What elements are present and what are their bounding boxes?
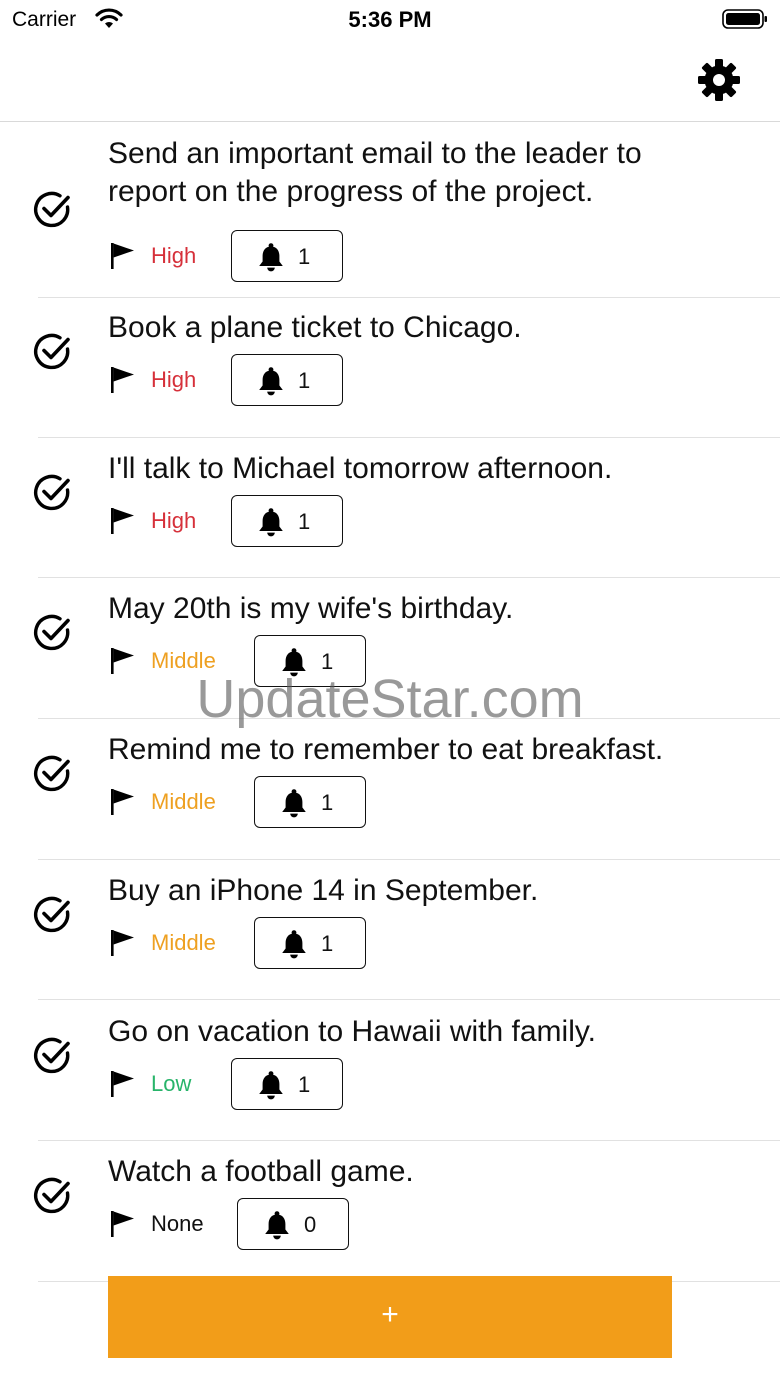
complete-check-icon[interactable]: [31, 1034, 73, 1076]
complete-check-icon[interactable]: [31, 188, 73, 230]
bell-icon: [279, 647, 309, 677]
reminder-count: 1: [298, 368, 311, 393]
flag-icon: [110, 366, 136, 394]
reminder-button[interactable]: 1: [254, 635, 366, 688]
priority-label: Middle: [151, 789, 216, 815]
task-title: Buy an iPhone 14 in September.: [108, 873, 539, 907]
flag-icon: [110, 507, 136, 535]
reminder-button[interactable]: 1: [231, 354, 343, 406]
reminder-count: 1: [321, 790, 334, 816]
flag-icon: [110, 929, 136, 957]
gear-icon[interactable]: [696, 57, 742, 103]
task-row[interactable]: Buy an iPhone 14 in September. Middle 1: [0, 860, 780, 1001]
priority-label: High: [151, 243, 197, 268]
task-row[interactable]: Book a plane ticket to Chicago. High 1: [0, 297, 780, 438]
reminder-button[interactable]: 0: [237, 1198, 349, 1251]
task-row[interactable]: Go on vacation to Hawaii with family. Low…: [0, 1001, 780, 1142]
task-row[interactable]: Send an important email to the leader to…: [0, 122, 780, 298]
bell-icon: [256, 242, 286, 272]
add-button-label: +: [381, 1298, 399, 1331]
reminder-button[interactable]: 1: [231, 494, 343, 547]
status-bar: Carrier 5:36 PM: [0, 0, 780, 44]
priority-label: Middle: [151, 929, 216, 955]
priority-label: None: [151, 1211, 204, 1237]
complete-check-icon[interactable]: [31, 752, 73, 794]
clock: 5:36 PM: [348, 7, 432, 32]
bell-icon: [279, 788, 309, 818]
priority-label: High: [151, 367, 197, 392]
task-title: May 20th is my wife's birthday.: [108, 592, 514, 626]
reminder-count: 1: [321, 930, 334, 956]
task-row[interactable]: I'll talk to Michael tomorrow afternoon.…: [0, 438, 780, 579]
task-title: Send an important email to the leader to…: [108, 137, 642, 208]
task-title: Go on vacation to Hawaii with family.: [108, 1014, 596, 1048]
complete-check-icon[interactable]: [31, 611, 73, 653]
priority-label: Middle: [151, 648, 216, 674]
reminder-count: 1: [321, 649, 334, 675]
task-title: Remind me to remember to eat breakfast.: [108, 733, 664, 767]
reminder-count: 1: [298, 508, 311, 534]
flag-icon: [110, 242, 136, 270]
flag-icon: [110, 1210, 136, 1238]
reminder-button[interactable]: 1: [231, 1057, 343, 1110]
navigation-bar: [0, 44, 780, 122]
add-task-button[interactable]: +: [108, 1276, 672, 1358]
task-row[interactable]: Watch a football game. None 0: [0, 1141, 780, 1282]
bell-icon: [279, 929, 309, 959]
battery-icon: [722, 9, 767, 29]
task-row[interactable]: May 20th is my wife's birthday. Middle 1: [0, 578, 780, 720]
complete-check-icon[interactable]: [31, 1174, 73, 1216]
bell-icon: [256, 366, 286, 396]
flag-icon: [110, 647, 136, 675]
task-title: I'll talk to Michael tomorrow afternoon.: [108, 451, 613, 485]
reminder-count: 0: [304, 1212, 317, 1238]
flag-icon: [110, 788, 136, 816]
complete-check-icon[interactable]: [31, 471, 73, 513]
flag-icon: [110, 1070, 136, 1098]
bell-icon: [256, 1070, 286, 1100]
reminder-count: 1: [298, 1071, 311, 1097]
bell-icon: [256, 507, 286, 537]
task-row[interactable]: Remind me to remember to eat breakfast. M…: [0, 719, 780, 860]
reminder-count: 1: [298, 244, 311, 269]
complete-check-icon[interactable]: [31, 330, 73, 372]
bell-icon: [262, 1210, 292, 1240]
task-title: Watch a football game.: [108, 1155, 414, 1189]
complete-check-icon[interactable]: [31, 893, 73, 935]
priority-label: Low: [151, 1070, 192, 1096]
reminder-button[interactable]: 1: [254, 776, 366, 829]
reminder-button[interactable]: 1: [254, 916, 366, 969]
task-title: Book a plane ticket to Chicago.: [108, 311, 522, 344]
priority-label: High: [151, 507, 197, 533]
reminder-button[interactable]: 1: [231, 230, 343, 282]
